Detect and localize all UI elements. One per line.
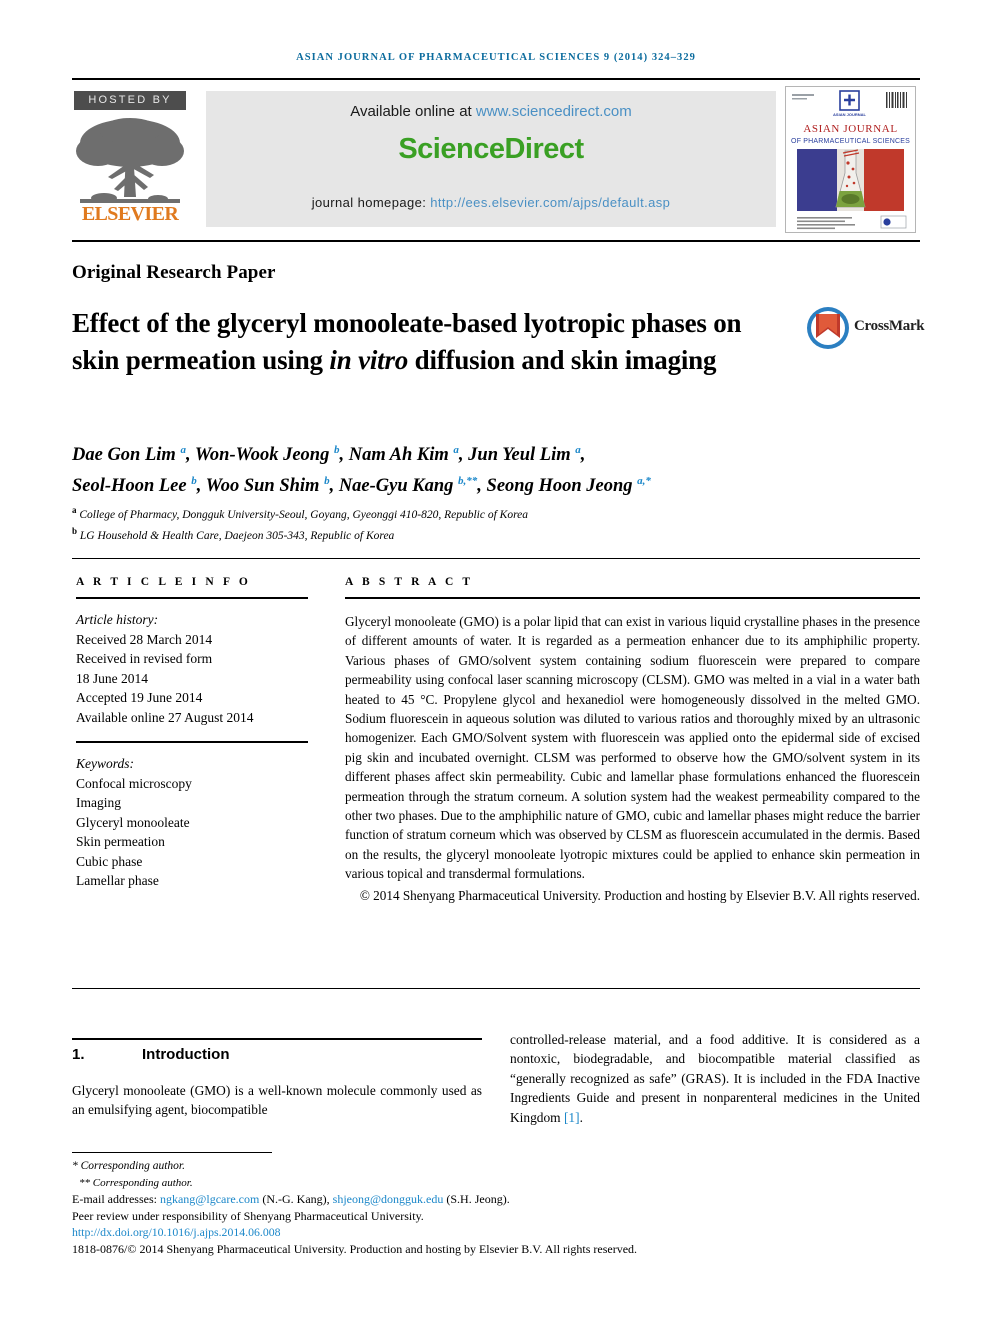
author-name: Won-Wook Jeong — [194, 445, 330, 466]
history-item: Available online 27 August 2014 — [76, 709, 254, 725]
author-name: Jun Yeul Lim — [468, 445, 571, 466]
author-affil-marker: b — [324, 475, 330, 488]
info-top-rule — [72, 558, 920, 559]
svg-text:ASIAN JOURNAL: ASIAN JOURNAL — [803, 123, 897, 135]
abstract-rule — [345, 597, 920, 599]
article-type: Original Research Paper — [72, 262, 276, 283]
page-title: Effect of the glyceryl monooleate-based … — [72, 305, 752, 379]
journal-homepage-link[interactable]: http://ees.elsevier.com/ajps/default.asp — [430, 195, 670, 210]
section-number: 1. — [72, 1046, 85, 1063]
masthead-rule — [72, 240, 920, 242]
keywords-rule — [76, 741, 308, 743]
affiliation-list: a College of Pharmacy, Dongguk Universit… — [72, 502, 862, 544]
svg-text:OF PHARMACEUTICAL SCIENCES: OF PHARMACEUTICAL SCIENCES — [791, 138, 910, 145]
abstract-column: A B S T R A C T Glyceryl monooleate (GMO… — [345, 576, 920, 905]
keywords-block: Keywords: Confocal microscopy Imaging Gl… — [76, 754, 308, 891]
footnote-rule — [72, 1152, 272, 1153]
svg-text:ASIAN JOURNAL: ASIAN JOURNAL — [833, 112, 866, 117]
intro-left-column: Glyceryl monooleate (GMO) is a well-know… — [72, 1083, 482, 1118]
keyword-item: Skin permeation — [76, 834, 165, 849]
author-affil-marker: a,* — [637, 475, 651, 488]
email-name-1: (N.-G. Kang), — [259, 1192, 333, 1207]
sciencedirect-link[interactable]: www.sciencedirect.com — [476, 103, 632, 120]
masthead: HOSTED BY ELSEVIER Available online at w… — [72, 86, 920, 233]
affiliation-text: College of Pharmacy, Dongguk University-… — [79, 508, 528, 521]
peer-review-statement: Peer review under responsibility of Shen… — [72, 1208, 424, 1223]
author-name: Dae Gon Lim — [72, 445, 176, 466]
affiliation-marker: a — [72, 505, 77, 515]
elsevier-hosted-block: HOSTED BY ELSEVIER — [72, 91, 188, 226]
article-info-column: A R T I C L E I N F O Article history: R… — [76, 576, 308, 891]
doi-link[interactable]: http://dx.doi.org/10.1016/j.ajps.2014.06… — [72, 1224, 920, 1241]
keyword-item: Glyceryl monooleate — [76, 814, 190, 830]
author-name: Woo Sun Shim — [205, 476, 320, 497]
crossmark-badge[interactable]: CrossMark — [806, 306, 925, 354]
author-affil-marker: a — [575, 444, 581, 456]
author-affil-marker: b — [191, 475, 197, 488]
history-item: 18 June 2014 — [76, 670, 148, 686]
affiliation-text: LG Household & Health Care, Daejeon 305-… — [79, 529, 395, 542]
email-name-2: (S.H. Jeong). — [443, 1192, 510, 1207]
affiliation-item: a College of Pharmacy, Dongguk Universit… — [72, 502, 862, 523]
issn-copyright-line: 1818-0876/© 2014 Shenyang Pharmaceutical… — [72, 1241, 638, 1256]
homepage-label: journal homepage: — [311, 195, 431, 210]
history-item: Received 28 March 2014 — [76, 631, 213, 647]
author-list: Dae Gon Lim a, Won-Wook Jeong b, Nam Ah … — [72, 444, 651, 497]
affiliation-marker: b — [72, 525, 78, 536]
title-text-2: diffusion and skin imaging — [408, 345, 717, 375]
sciencedirect-banner: Available online at www.sciencedirect.co… — [206, 91, 776, 227]
author-affil-marker: a — [180, 444, 186, 456]
abstract-bottom-rule — [72, 988, 920, 989]
affiliation-item: b LG Household & Health Care, Daejeon 30… — [72, 523, 862, 544]
abstract-heading: A B S T R A C T — [345, 576, 474, 588]
reference-link-1[interactable]: [1] — [564, 1110, 580, 1125]
keyword-item: Imaging — [76, 795, 121, 810]
available-online-text: Available online at — [350, 103, 476, 120]
section-title: Introduction — [142, 1046, 230, 1063]
author-affil-marker: b,** — [458, 475, 478, 488]
journal-homepage-line: journal homepage: http://ees.elsevier.co… — [206, 195, 776, 210]
header-rule — [72, 78, 920, 80]
history-item: Accepted 19 June 2014 — [76, 690, 203, 705]
intro-right-column: controlled-release material, and a food … — [510, 1030, 920, 1127]
crossmark-icon — [807, 307, 849, 349]
footnote-block: * Corresponding author. ** Corresponding… — [72, 1158, 920, 1258]
abstract-copyright: © 2014 Shenyang Pharmaceutical Universit… — [359, 887, 920, 903]
hosted-by-badge: HOSTED BY — [74, 91, 186, 110]
keyword-item: Lamellar phase — [76, 873, 159, 888]
elsevier-tree-icon — [74, 115, 186, 205]
sciencedirect-logo: ScienceDirect — [398, 133, 584, 165]
author-affil-marker: b — [333, 444, 340, 456]
available-online-line: Available online at www.sciencedirect.co… — [206, 103, 776, 120]
email-label: E-mail addresses: — [72, 1192, 160, 1207]
keyword-item: Cubic phase — [76, 853, 143, 869]
history-item: Received in revised form — [76, 651, 213, 666]
keywords-label: Keywords: — [76, 756, 134, 771]
author-name: Seol-Hoon Lee — [72, 476, 187, 497]
section-rule — [72, 1038, 482, 1040]
paper-page: ASIAN JOURNAL OF PHARMACEUTICAL SCIENCES… — [0, 0, 992, 1323]
corresponding-author-1: * Corresponding author. — [72, 1160, 185, 1172]
article-info-heading: A R T I C L E I N F O — [76, 576, 251, 588]
abstract-text: Glyceryl monooleate (GMO) is a polar lip… — [345, 614, 920, 882]
email-link-2[interactable]: shjeong@dongguk.edu — [333, 1192, 444, 1206]
corresponding-author-2: ** Corresponding author. — [79, 1176, 193, 1189]
intro-right-text-end: . — [579, 1109, 583, 1125]
elsevier-wordmark: ELSEVIER — [81, 203, 179, 225]
article-info-rule — [76, 597, 308, 599]
article-history: Article history: Received 28 March 2014 … — [76, 610, 308, 727]
email-link-1[interactable]: ngkang@lgcare.com — [160, 1192, 259, 1206]
running-head: ASIAN JOURNAL OF PHARMACEUTICAL SCIENCES… — [296, 52, 696, 63]
title-text-italic: in vitro — [329, 345, 409, 375]
author-name: Seong Hoon Jeong — [486, 476, 633, 497]
author-name: Nam Ah Kim — [348, 445, 449, 466]
email-addresses-line: E-mail addresses: ngkang@lgcare.com (N.-… — [72, 1191, 920, 1208]
author-affil-marker: a — [453, 444, 459, 456]
article-history-label: Article history: — [76, 612, 159, 627]
crossmark-label: CrossMark — [854, 318, 925, 334]
author-name: Nae-Gyu Kang — [338, 476, 454, 497]
keyword-item: Confocal microscopy — [76, 775, 192, 791]
journal-cover-thumbnail: ASIAN JOURNAL ASIAN JOURNAL OF PHARMACEU… — [785, 86, 916, 233]
